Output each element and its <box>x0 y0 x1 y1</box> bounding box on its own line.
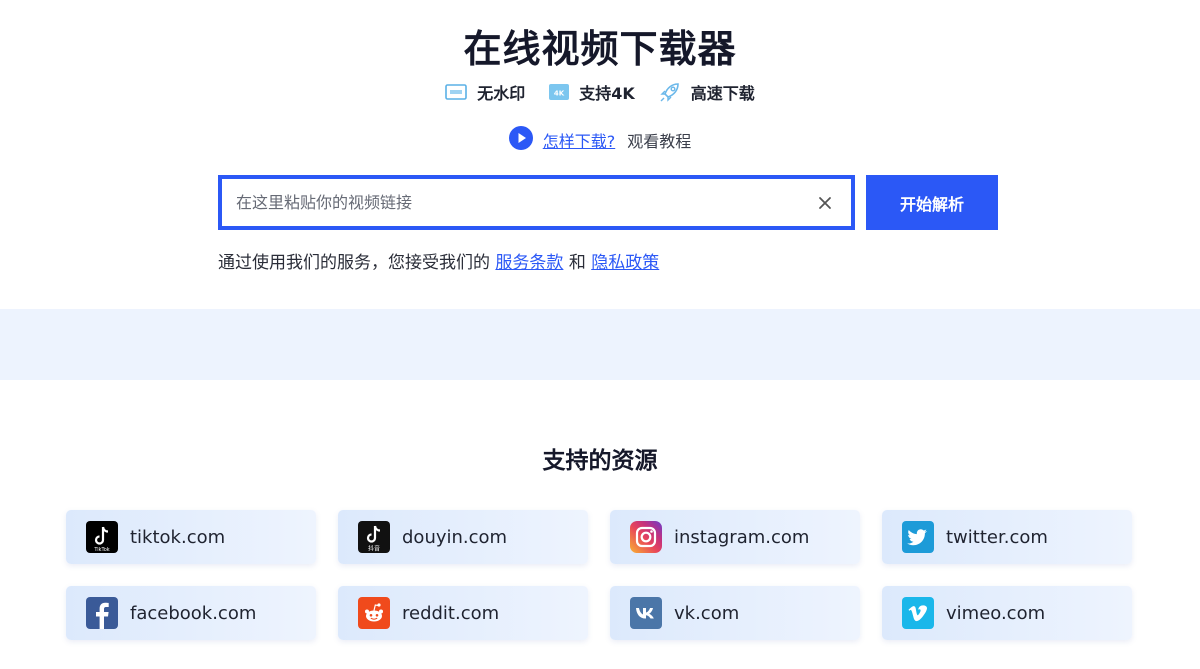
feature-high-speed: 高速下载 <box>659 80 755 104</box>
facebook-icon <box>86 597 118 629</box>
feature-list: 无水印 4K 支持4K 高速下载 <box>0 80 1200 104</box>
source-facebook[interactable]: facebook.com <box>66 586 316 640</box>
douyin-icon: 抖音 <box>358 521 390 553</box>
source-vimeo[interactable]: vimeo.com <box>882 586 1132 640</box>
source-reddit[interactable]: reddit.com <box>338 586 588 640</box>
watch-tutorial-text: 观看教程 <box>627 132 692 151</box>
howto-row: 怎样下载? 观看教程 <box>0 126 1200 154</box>
clear-icon[interactable] <box>813 191 837 215</box>
play-icon[interactable] <box>508 126 533 154</box>
source-name: reddit.com <box>402 602 500 624</box>
page-title: 在线视频下载器 <box>463 27 737 71</box>
sources-grid: TikTok tiktok.com 抖音 douyin.com instagra… <box>66 510 1133 640</box>
rocket-icon <box>659 81 681 103</box>
terms-of-service-link[interactable]: 服务条款 <box>495 253 563 273</box>
source-name: facebook.com <box>130 602 257 624</box>
privacy-policy-link[interactable]: 隐私政策 <box>591 253 659 273</box>
feature-4k: 4K 支持4K <box>549 80 635 104</box>
terms-prefix: 通过使用我们的服务，您接受我们的 <box>218 253 490 273</box>
feature-label: 无水印 <box>477 84 526 103</box>
source-douyin[interactable]: 抖音 douyin.com <box>338 510 588 564</box>
feature-no-watermark: 无水印 <box>445 80 525 104</box>
source-name: vimeo.com <box>946 602 1046 624</box>
source-tiktok[interactable]: TikTok tiktok.com <box>66 510 316 564</box>
terms-notice: 通过使用我们的服务，您接受我们的 服务条款 和 隐私政策 <box>218 248 659 273</box>
ad-band <box>0 309 1200 380</box>
source-vk[interactable]: vk.com <box>610 586 860 640</box>
vimeo-icon <box>902 597 934 629</box>
source-name: vk.com <box>674 602 740 624</box>
douyin-logo-text: 抖音 <box>368 545 380 553</box>
svg-text:4K: 4K <box>554 90 565 98</box>
4k-icon: 4K <box>549 83 570 101</box>
tiktok-logo-text: TikTok <box>93 547 109 553</box>
source-name: douyin.com <box>402 526 508 548</box>
tiktok-icon: TikTok <box>86 521 118 553</box>
instagram-icon <box>630 521 662 553</box>
source-twitter[interactable]: twitter.com <box>882 510 1132 564</box>
source-name: twitter.com <box>946 526 1048 548</box>
no-watermark-icon <box>445 83 468 101</box>
howto-link[interactable]: 怎样下载? <box>543 128 616 152</box>
source-instagram[interactable]: instagram.com <box>610 510 860 564</box>
supported-sources-title: 支持的资源 <box>542 448 658 474</box>
source-name: tiktok.com <box>130 526 226 548</box>
search-box <box>218 175 855 230</box>
source-name: instagram.com <box>674 526 810 548</box>
terms-and: 和 <box>568 253 586 273</box>
twitter-icon <box>902 521 934 553</box>
feature-label: 高速下载 <box>690 84 755 103</box>
reddit-icon <box>358 597 390 629</box>
start-parse-button[interactable]: 开始解析 <box>866 175 998 230</box>
video-url-input[interactable] <box>236 193 813 212</box>
feature-label: 支持4K <box>579 84 635 103</box>
vk-icon <box>630 597 662 629</box>
